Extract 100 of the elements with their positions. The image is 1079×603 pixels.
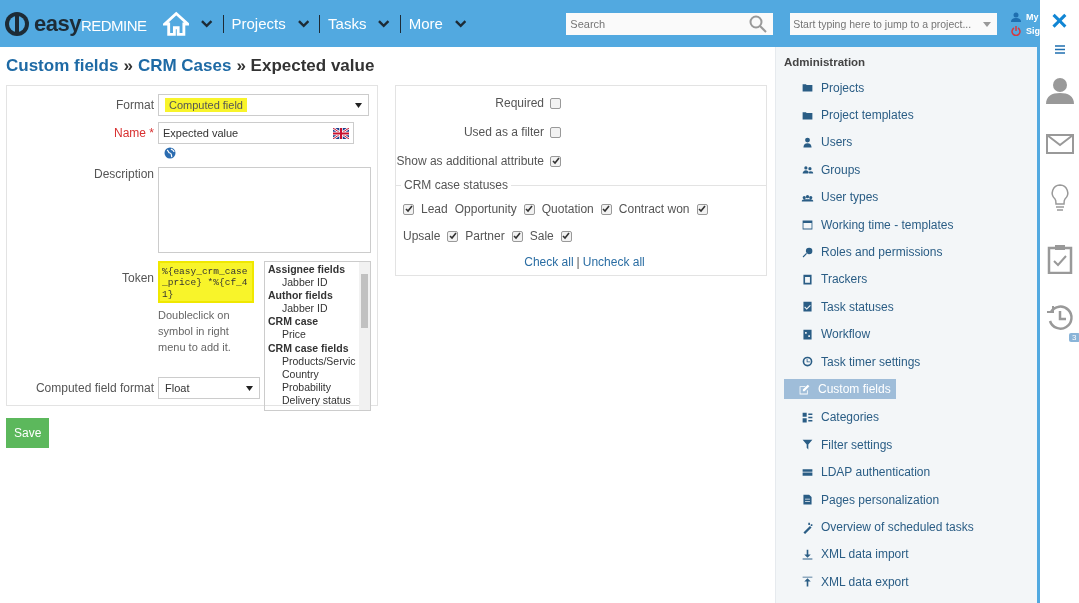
format-select[interactable]: Computed field: [158, 94, 369, 116]
checkbox[interactable]: [403, 203, 414, 215]
sidebar-item[interactable]: Groups: [784, 156, 1029, 184]
field-label: Computed field format: [34, 381, 155, 395]
logo-icon: [4, 10, 30, 37]
menu-item-icon: [801, 81, 814, 95]
checkbox[interactable]: [560, 230, 572, 242]
menu-icon[interactable]: [1054, 45, 1065, 54]
clipboard-check-icon[interactable]: [1046, 244, 1073, 274]
option-label: Required: [495, 96, 544, 110]
sidebar-item[interactable]: Projects: [784, 74, 1029, 102]
option-label: Show as additional attribute: [396, 154, 544, 168]
user-icon[interactable]: [1045, 76, 1074, 104]
symbol-item[interactable]: Price: [268, 328, 359, 342]
menu-item-icon: [801, 520, 814, 534]
sidebar-item[interactable]: Task statuses: [784, 293, 1029, 321]
name-field[interactable]: Expected value: [158, 122, 354, 144]
computed-format-select[interactable]: Float: [158, 377, 260, 399]
sidebar-item[interactable]: Filter settings: [784, 431, 1029, 459]
caret-icon: [983, 21, 991, 27]
close-button[interactable]: ×: [1051, 3, 1068, 39]
checkbox[interactable]: [550, 155, 561, 167]
breadcrumb-link[interactable]: Custom fields: [6, 56, 119, 76]
field-label: Token: [120, 271, 155, 285]
symbol-item[interactable]: Jabber ID: [268, 302, 359, 316]
checkbox[interactable]: [600, 203, 612, 215]
sidebar-item[interactable]: LDAP authentication: [784, 458, 1029, 486]
checkbox[interactable]: [550, 97, 561, 109]
breadcrumb-link[interactable]: CRM Cases: [137, 56, 232, 76]
history-icon[interactable]: [1045, 304, 1074, 332]
field-label: Name *: [113, 126, 155, 140]
menu-item-icon: [801, 272, 814, 286]
sidebar-item[interactable]: Working time - templates: [784, 210, 1029, 239]
sidebar-item[interactable]: Users: [784, 128, 1029, 157]
chevron-down-icon[interactable]: [297, 19, 310, 28]
sidebar-item[interactable]: Task timer settings: [784, 347, 1029, 376]
symbol-item[interactable]: Probability: [268, 380, 359, 394]
separator-text: |: [576, 255, 580, 269]
menu-item-icon: [801, 245, 814, 259]
mail-icon[interactable]: [1045, 134, 1074, 154]
symbol-group-heading: Assignee fields: [268, 263, 347, 277]
breadcrumb-text: »: [123, 56, 133, 76]
checkbox[interactable]: [523, 203, 535, 215]
symbol-item[interactable]: Jabber ID: [268, 276, 359, 290]
sidebar-item[interactable]: Roles and permissions: [784, 238, 1029, 266]
user-icon: [1011, 11, 1021, 22]
uk-flag-icon[interactable]: [333, 127, 349, 139]
menu-item-icon: [801, 327, 814, 341]
status-label: Contract won: [618, 202, 690, 216]
sidebar-item[interactable]: XML data import: [784, 540, 1029, 569]
checkbox[interactable]: [447, 230, 459, 242]
logo-text: REDMINE: [80, 17, 147, 34]
menu-item-icon: [801, 163, 814, 177]
menu-item-icon: [801, 493, 814, 507]
chevron-down-icon[interactable]: [378, 19, 390, 28]
power-icon: [1011, 25, 1021, 36]
sidebar-item[interactable]: Trackers: [784, 265, 1029, 294]
symbol-item[interactable]: Delivery status: [268, 393, 359, 408]
symbol-item[interactable]: Country: [268, 367, 359, 381]
menu-item-icon: [798, 382, 811, 396]
status-label: Upsale: [403, 229, 441, 243]
status-label: Lead: [421, 202, 448, 216]
status-label: Sale: [529, 229, 554, 243]
option-label: Used as a filter: [463, 125, 544, 139]
caret-icon: [355, 102, 362, 108]
sidebar-item[interactable]: Pages personalization: [784, 485, 1029, 514]
chevron-down-icon[interactable]: [201, 19, 213, 28]
lightbulb-icon[interactable]: [1049, 184, 1070, 214]
description-field[interactable]: [158, 167, 371, 253]
menu-item-icon: [801, 135, 814, 149]
fieldset-legend: CRM case statuses: [401, 178, 512, 192]
status-label: Quotation: [541, 202, 594, 216]
sidebar-title: Administration: [784, 56, 867, 68]
sidebar-item[interactable]: Categories: [784, 403, 1029, 432]
caret-icon: [246, 385, 253, 391]
check-all-link[interactable]: Check all: [524, 255, 574, 269]
count-badge: 3: [1069, 333, 1079, 342]
menu-item-icon: [801, 411, 814, 424]
uncheck-all-link[interactable]: Uncheck all: [582, 255, 645, 269]
home-icon[interactable]: [162, 10, 190, 37]
sidebar-item[interactable]: Workflow: [784, 320, 1029, 348]
status-label: Opportunity: [454, 202, 517, 216]
sidebar-item[interactable]: XML data export: [784, 568, 1029, 596]
globe-icon[interactable]: [164, 147, 176, 159]
search-field[interactable]: Search: [566, 12, 774, 35]
search-icon[interactable]: [749, 14, 768, 33]
project-jump-field[interactable]: Start typing here to jump to a project...: [790, 12, 997, 35]
scrollbar[interactable]: [359, 262, 370, 410]
checkbox[interactable]: [511, 230, 523, 242]
symbol-group-heading: Author fields: [268, 289, 334, 303]
sidebar-item[interactable]: Project templates: [784, 101, 1029, 129]
symbol-group-heading: CRM case: [268, 315, 320, 329]
checkbox[interactable]: [550, 126, 561, 138]
sidebar-item[interactable]: User types: [784, 183, 1029, 211]
symbol-item[interactable]: Products/Servic: [268, 354, 359, 368]
checkbox[interactable]: [696, 203, 708, 215]
token-field[interactable]: %{easy_crm_case_price} *%{cf_41}: [158, 261, 254, 303]
sidebar-item[interactable]: Overview of scheduled tasks: [784, 513, 1029, 541]
chevron-down-icon[interactable]: [454, 19, 467, 28]
menu-item-icon: [801, 575, 814, 589]
